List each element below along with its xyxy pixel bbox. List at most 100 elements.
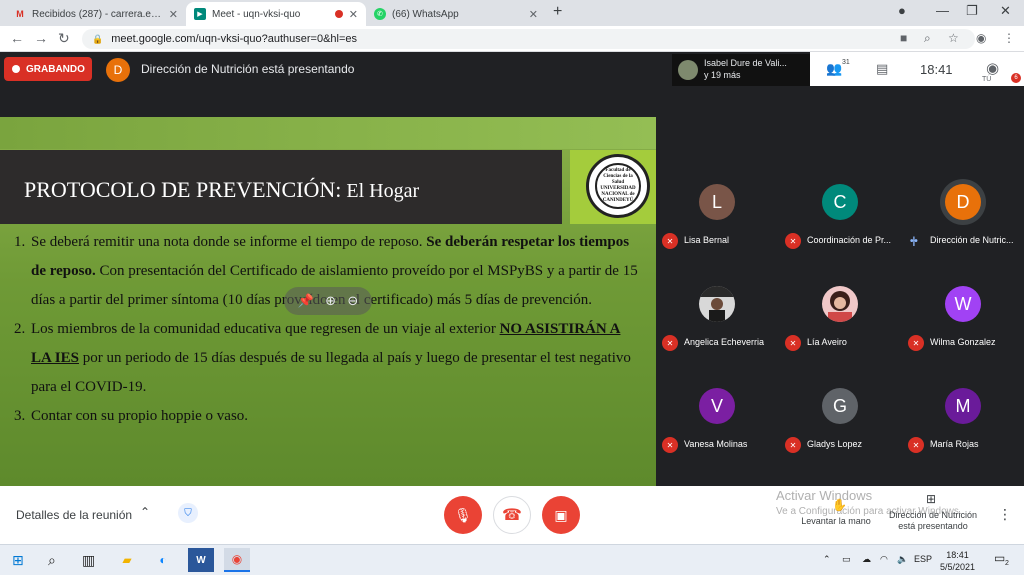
- zoom-icon[interactable]: ⌕: [924, 31, 931, 46]
- present-screen-icon[interactable]: ⊞: [926, 492, 936, 506]
- avatar: M: [945, 388, 981, 424]
- camera-toggle-button[interactable]: ▣: [542, 496, 580, 534]
- participant-tile[interactable]: L ✕ Lisa Bernal: [656, 176, 778, 276]
- slide-zoom-controls: 📌 ⊕ ⊖: [284, 287, 372, 315]
- self-avatar[interactable]: ◉: [986, 59, 999, 77]
- tab-gmail[interactable]: M Recibidos (287) - carrera.enferme ✕: [6, 2, 186, 26]
- notifications-icon[interactable]: ▭: [994, 551, 1005, 565]
- camera-icon[interactable]: ■: [900, 31, 907, 45]
- people-icon[interactable]: 👥: [826, 61, 842, 77]
- slide-title: PROTOCOLO DE PREVENCIÓN: El Hogar: [24, 177, 420, 202]
- slide-body: 1. Se deberá remitir una nota donde se i…: [14, 228, 644, 431]
- forward-icon[interactable]: →: [34, 30, 48, 46]
- gmail-icon: M: [16, 9, 24, 19]
- mic-off-icon: ✕: [908, 335, 924, 351]
- avatar[interactable]: ◉: [976, 31, 986, 45]
- self-label: TÚ: [982, 76, 992, 83]
- avatar: L: [699, 184, 735, 220]
- active-speaker-name: Isabel Dure de Vali...: [704, 58, 787, 68]
- address-bar[interactable]: 🔒 meet.google.com/uqn-vksi-quo?authuser=…: [82, 29, 975, 49]
- network-icon[interactable]: ▭: [842, 554, 851, 565]
- window-close-icon[interactable]: ✕: [1000, 3, 1011, 19]
- record-icon: [12, 65, 20, 73]
- search-icon[interactable]: ⌕: [48, 552, 56, 569]
- active-speaker-box[interactable]: Isabel Dure de Vali... y 19 más: [672, 54, 810, 86]
- active-speaker-more: y 19 más: [704, 70, 741, 80]
- mic-off-icon: ✕: [908, 437, 924, 453]
- mic-off-icon: 🎙: [454, 506, 472, 523]
- new-tab-icon[interactable]: +: [553, 3, 562, 21]
- participant-tile[interactable]: M ✕ María Rojas: [902, 380, 1024, 480]
- system-clock[interactable]: 18:41 5/5/2021: [940, 549, 975, 573]
- avatar: D: [945, 184, 981, 220]
- slide-item-2: 2. Los miembros de la comunidad educativ…: [14, 321, 631, 395]
- participant-count: 31: [842, 59, 850, 66]
- word-icon[interactable]: W: [188, 548, 214, 572]
- kebab-menu-icon[interactable]: ⋮: [1003, 31, 1015, 45]
- tray-expand-icon[interactable]: ⌃: [823, 554, 831, 565]
- participant-name: Wilma Gonzalez: [930, 337, 996, 347]
- participant-photo: [822, 286, 858, 322]
- restore-icon[interactable]: ❐: [966, 3, 978, 19]
- reload-icon[interactable]: ↻: [58, 30, 70, 47]
- profile-menu-icon[interactable]: ●: [898, 3, 906, 18]
- avatar: G: [822, 388, 858, 424]
- hang-up-icon: ☎: [502, 507, 522, 524]
- self-badge: 6: [1011, 73, 1021, 83]
- participant-tile-presenter[interactable]: D •|• Dirección de Nutric...: [902, 176, 1024, 276]
- whatsapp-icon: ✆: [374, 8, 386, 20]
- participant-name: Vanesa Molinas: [684, 439, 748, 449]
- zoom-out-icon[interactable]: ⊖: [347, 293, 358, 309]
- bookmark-star-icon[interactable]: ☆: [948, 31, 959, 45]
- mic-off-icon: ✕: [662, 437, 678, 453]
- leave-call-button[interactable]: ☎: [493, 496, 531, 534]
- pin-icon[interactable]: 📌: [298, 293, 314, 309]
- mic-off-icon: ✕: [662, 233, 678, 249]
- tab-whatsapp[interactable]: ✆ (66) WhatsApp ✕: [366, 2, 546, 26]
- windows-start-icon[interactable]: ⊞: [12, 552, 24, 569]
- raise-hand-icon[interactable]: ✋: [832, 498, 847, 512]
- mic-off-icon: ✕: [785, 437, 801, 453]
- recording-badge: GRABANDO: [4, 57, 92, 81]
- more-options-icon[interactable]: ⋮: [998, 506, 1012, 523]
- speaking-indicator-icon: •|•: [910, 236, 918, 247]
- minimize-icon[interactable]: —: [936, 3, 949, 18]
- mic-off-icon: ✕: [785, 335, 801, 351]
- file-explorer-icon[interactable]: ▰: [114, 548, 140, 572]
- windows-taskbar: ⊞ ⌕ ▥ ▰ ◐ W ◉ ⌃ ▭ ☁ ◠ 🔈 ESP 18:41 5/5/20…: [0, 544, 1024, 575]
- presenter-avatar: D: [106, 58, 130, 82]
- presentation-slide: PROTOCOLO DE PREVENCIÓN: El Hogar Facult…: [0, 117, 656, 486]
- mic-toggle-button[interactable]: 🎙: [444, 496, 482, 534]
- edge-icon[interactable]: ◐: [150, 548, 176, 572]
- participant-tile[interactable]: W ✕ Wilma Gonzalez: [902, 278, 1024, 378]
- cloud-icon[interactable]: ☁: [862, 554, 871, 565]
- wifi-icon[interactable]: ◠: [880, 554, 888, 565]
- volume-icon[interactable]: 🔈: [897, 554, 908, 565]
- chat-icon[interactable]: ▤: [876, 61, 888, 77]
- meeting-clock: 18:41: [920, 62, 953, 77]
- participant-tile[interactable]: G ✕ Gladys Lopez: [779, 380, 901, 480]
- chrome-icon[interactable]: ◉: [224, 548, 250, 572]
- chevron-up-icon[interactable]: ⌃: [140, 505, 150, 519]
- host-controls-shield-icon[interactable]: ⛉: [178, 503, 198, 523]
- participant-name: Gladys Lopez: [807, 439, 863, 449]
- meeting-details-button[interactable]: Detalles de la reunión: [16, 508, 132, 522]
- participant-tile[interactable]: ✕ Lía Aveiro: [779, 278, 901, 378]
- presenting-button[interactable]: Dirección de Nutrición está presentando: [882, 510, 984, 532]
- participant-tile[interactable]: V ✕ Vanesa Molinas: [656, 380, 778, 480]
- participant-tile[interactable]: ✕ Angelica Echeverria: [656, 278, 778, 378]
- browser-tabstrip: M Recibidos (287) - carrera.enferme ✕ ▶ …: [0, 0, 1024, 26]
- raise-hand-button[interactable]: Levantar la mano: [796, 516, 876, 527]
- close-icon[interactable]: ✕: [349, 8, 358, 21]
- back-icon[interactable]: ←: [10, 30, 24, 46]
- close-icon[interactable]: ✕: [169, 8, 178, 21]
- recording-dot-icon: [334, 10, 343, 18]
- task-view-icon[interactable]: ▥: [82, 552, 95, 569]
- participant-tile[interactable]: C ✕ Coordinación de Pr...: [779, 176, 901, 276]
- notification-count: 2: [1005, 560, 1009, 567]
- browser-toolbar: ← → ↻ 🔒 meet.google.com/uqn-vksi-quo?aut…: [0, 26, 1024, 52]
- zoom-in-icon[interactable]: ⊕: [325, 293, 336, 309]
- input-language[interactable]: ESP: [914, 554, 932, 564]
- close-icon[interactable]: ✕: [529, 8, 538, 21]
- tab-meet[interactable]: ▶ Meet - uqn-vksi-quo ✕: [186, 2, 366, 26]
